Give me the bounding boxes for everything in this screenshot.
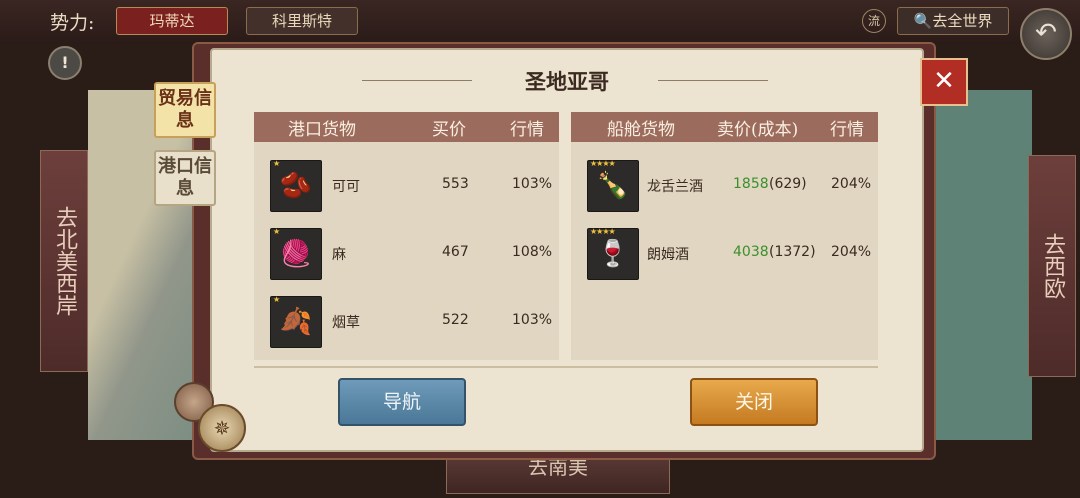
port-goods-header: 港口货物 买价 行情 xyxy=(254,112,559,142)
sell-price: 4038 xyxy=(733,244,769,260)
tequila-bottle-icon: ★★★★ 🍾 xyxy=(587,159,639,212)
port-title: 圣地亚哥 xyxy=(525,69,609,94)
table-row[interactable]: ★ 🧶 麻 467 108% xyxy=(254,222,559,282)
buy-price: 467 xyxy=(442,244,469,260)
header-market: 行情 xyxy=(510,119,544,140)
header-port-goods: 港口货物 xyxy=(288,119,356,140)
port-goods-table: 港口货物 买价 行情 ★ 🫘 可可 553 103% ★ 🧶 麻 467 108% … xyxy=(254,112,559,360)
table-row[interactable]: ★ 🍂 烟草 522 103% xyxy=(254,290,559,350)
title-ornament-right xyxy=(658,80,768,81)
rum-bottle-icon: ★★★★ 🍷 xyxy=(587,227,639,280)
goods-name: 可可 xyxy=(332,179,360,195)
compass-icon[interactable]: ✵ xyxy=(198,404,246,452)
go-west-north-america-tab[interactable]: 去北美西岸 xyxy=(40,150,88,372)
goods-name: 烟草 xyxy=(332,315,360,331)
faction-button-christ[interactable]: 科里斯特 xyxy=(246,7,358,35)
market-rate: 103% xyxy=(512,176,553,192)
market-rate: 204% xyxy=(831,176,872,192)
header-market: 行情 xyxy=(830,119,864,140)
world-button[interactable]: 🔍去全世界 xyxy=(897,7,1009,35)
go-west-europe-tab[interactable]: 去西欧 xyxy=(1028,155,1076,377)
cocoa-icon: ★ 🫘 xyxy=(270,159,322,212)
goods-name: 龙舌兰酒 xyxy=(647,179,703,195)
top-bar: 势力: 玛蒂达 科里斯特 流 🔍去全世界 xyxy=(0,0,1080,44)
tab-trade-info[interactable]: 贸易信息 xyxy=(154,82,216,138)
alert-icon[interactable]: ! xyxy=(48,46,82,80)
faction-label: 势力: xyxy=(50,12,95,34)
cost-price: (629) xyxy=(769,176,807,192)
market-rate: 108% xyxy=(512,244,553,260)
header-sell-price: 卖价(成本) xyxy=(717,119,799,140)
close-icon[interactable]: ✕ xyxy=(920,58,968,106)
table-row[interactable]: ★ 🫘 可可 553 103% xyxy=(254,154,559,214)
buy-price: 522 xyxy=(442,312,469,328)
tobacco-icon: ★ 🍂 xyxy=(270,295,322,348)
divider xyxy=(254,366,878,368)
goods-name: 朗姆酒 xyxy=(647,247,689,263)
header-buy-price: 买价 xyxy=(432,119,466,140)
flow-icon[interactable]: 流 xyxy=(862,9,886,33)
sell-price: 1858 xyxy=(733,176,769,192)
table-row[interactable]: ★★★★ 🍷 朗姆酒 4038 (1372) 204% xyxy=(571,222,878,282)
navigate-button[interactable]: 导航 xyxy=(338,378,466,426)
close-button[interactable]: 关闭 xyxy=(690,378,818,426)
buy-price: 553 xyxy=(442,176,469,192)
table-row[interactable]: ★★★★ 🍾 龙舌兰酒 1858 (629) 204% xyxy=(571,154,878,214)
goods-name: 麻 xyxy=(332,247,346,263)
hemp-icon: ★ 🧶 xyxy=(270,227,322,280)
market-rate: 204% xyxy=(831,244,872,260)
faction-button-matilda[interactable]: 玛蒂达 xyxy=(116,7,228,35)
map-right xyxy=(924,90,1032,440)
tab-port-info[interactable]: 港口信息 xyxy=(154,150,216,206)
header-ship-cargo: 船舱货物 xyxy=(607,119,675,140)
back-arrow-icon[interactable]: ↶ xyxy=(1020,8,1072,60)
market-rate: 103% xyxy=(512,312,553,328)
ship-cargo-table: 船舱货物 卖价(成本) 行情 ★★★★ 🍾 龙舌兰酒 1858 (629) 204… xyxy=(571,112,878,360)
ship-cargo-header: 船舱货物 卖价(成本) 行情 xyxy=(571,112,878,142)
cost-price: (1372) xyxy=(769,244,816,260)
